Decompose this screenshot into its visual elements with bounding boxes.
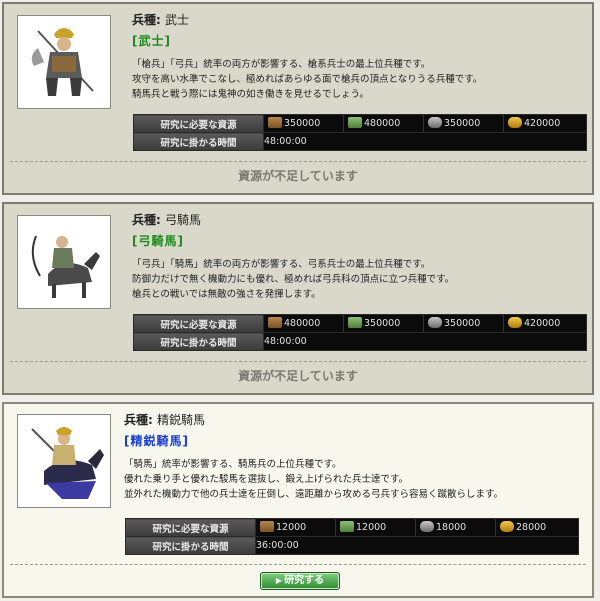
research-button[interactable]: ▶ 研究する bbox=[260, 572, 340, 590]
stone-icon bbox=[428, 317, 442, 328]
research-time-label: 研究に掛かる時間 bbox=[133, 332, 264, 351]
research-time: 48:00:00 bbox=[263, 132, 587, 151]
lumber-icon bbox=[260, 521, 274, 532]
resource-table: 研究に必要な資源 350000 480000 350000 420000 研究に掛かる… bbox=[133, 114, 587, 151]
cloth-icon bbox=[348, 317, 362, 328]
resource-grain: 420000 bbox=[504, 315, 584, 332]
research-time: 36:00:00 bbox=[255, 536, 579, 555]
unit-type-line: 兵種: 武士 bbox=[132, 13, 190, 27]
divider bbox=[10, 361, 586, 362]
divider bbox=[10, 161, 586, 162]
samurai-portrait-icon bbox=[18, 16, 110, 108]
status-insufficient: 資源が不足しています bbox=[238, 369, 358, 383]
research-time-label: 研究に掛かる時間 bbox=[133, 132, 264, 151]
lumber-icon bbox=[268, 317, 282, 328]
unit-type-line: 兵種: 弓騎馬 bbox=[132, 213, 202, 227]
status-insufficient: 資源が不足しています bbox=[238, 169, 358, 183]
unit-type-label: 兵種 bbox=[124, 413, 149, 427]
resource-wood: 480000 bbox=[264, 315, 344, 332]
unit-type-label: 兵種 bbox=[132, 13, 157, 27]
unit-type-label: 兵種 bbox=[132, 213, 157, 227]
research-time-label: 研究に掛かる時間 bbox=[125, 536, 256, 555]
unit-portrait-elite-cavalry bbox=[17, 414, 111, 508]
unit-description: 「弓兵」「騎馬」統率の両方が影響する、弓系兵士の最上位兵種です。 防御力だけで無… bbox=[132, 259, 455, 300]
arrow-icon: ▶ bbox=[275, 576, 283, 585]
resource-wood: 350000 bbox=[264, 115, 344, 132]
resource-table: 研究に必要な資源 480000 350000 350000 420000 研究に掛かる… bbox=[133, 314, 587, 351]
unit-tag: [武士] bbox=[132, 34, 171, 48]
resource-wood: 12000 bbox=[256, 519, 336, 536]
research-time: 48:00:00 bbox=[263, 332, 587, 351]
resource-stone: 350000 bbox=[424, 315, 504, 332]
resource-cloth: 12000 bbox=[336, 519, 416, 536]
resource-stone: 350000 bbox=[424, 115, 504, 132]
stone-icon bbox=[420, 521, 434, 532]
resource-cloth: 350000 bbox=[344, 315, 424, 332]
research-resources-label: 研究に必要な資源 bbox=[133, 114, 264, 133]
resource-cloth: 480000 bbox=[344, 115, 424, 132]
cloth-icon bbox=[348, 117, 362, 128]
resource-grain: 28000 bbox=[496, 519, 576, 536]
unit-description: 「騎馬」統率が影響する、騎馬兵の上位兵種です。 優れた乗り手と優れた駿馬を選抜し… bbox=[124, 459, 504, 500]
resource-grain: 420000 bbox=[504, 115, 584, 132]
unit-type-line: 兵種: 精鋭騎馬 bbox=[124, 413, 206, 427]
elite-cavalry-portrait-icon bbox=[18, 415, 110, 507]
unit-panel-seieikiba: 兵種: 精鋭騎馬 [精鋭騎馬] 「騎馬」統率が影響する、騎馬兵の上位兵種です。 … bbox=[2, 402, 594, 598]
horse-archer-portrait-icon bbox=[18, 216, 110, 308]
lumber-icon bbox=[268, 117, 282, 128]
unit-info: 兵種: 弓騎馬 [弓騎馬] 「弓兵」「騎馬」統率の両方が影響する、弓系兵士の最上… bbox=[132, 212, 584, 302]
unit-panel-bushi: 兵種: 武士 [武士] 「槍兵」「弓兵」統率の両方が影響する、槍系兵士の最上位兵… bbox=[2, 2, 594, 195]
research-resources-label: 研究に必要な資源 bbox=[125, 518, 256, 537]
divider bbox=[10, 564, 586, 565]
research-resources-label: 研究に必要な資源 bbox=[133, 314, 264, 333]
grain-icon bbox=[500, 521, 514, 532]
unit-type-name: 精鋭騎馬 bbox=[157, 413, 206, 427]
stone-icon bbox=[428, 117, 442, 128]
cloth-icon bbox=[340, 521, 354, 532]
grain-icon bbox=[508, 117, 522, 128]
resource-stone: 18000 bbox=[416, 519, 496, 536]
unit-info: 兵種: 精鋭騎馬 [精鋭騎馬] 「騎馬」統率が影響する、騎馬兵の上位兵種です。 … bbox=[124, 412, 584, 502]
grain-icon bbox=[508, 317, 522, 328]
resource-table: 研究に必要な資源 12000 12000 18000 28000 研究に掛かる時間 3… bbox=[125, 518, 579, 555]
unit-portrait-horse-archer bbox=[17, 215, 111, 309]
unit-tag: [弓騎馬] bbox=[132, 234, 184, 248]
unit-type-name: 武士 bbox=[165, 13, 190, 27]
unit-info: 兵種: 武士 [武士] 「槍兵」「弓兵」統率の両方が影響する、槍系兵士の最上位兵… bbox=[132, 12, 584, 102]
unit-type-name: 弓騎馬 bbox=[165, 213, 202, 227]
unit-panel-yumikiba: 兵種: 弓騎馬 [弓騎馬] 「弓兵」「騎馬」統率の両方が影響する、弓系兵士の最上… bbox=[2, 202, 594, 395]
unit-tag: [精鋭騎馬] bbox=[124, 434, 189, 448]
unit-description: 「槍兵」「弓兵」統率の両方が影響する、槍系兵士の最上位兵種です。 攻守を高い水準… bbox=[132, 59, 483, 100]
unit-portrait-samurai bbox=[17, 15, 111, 109]
